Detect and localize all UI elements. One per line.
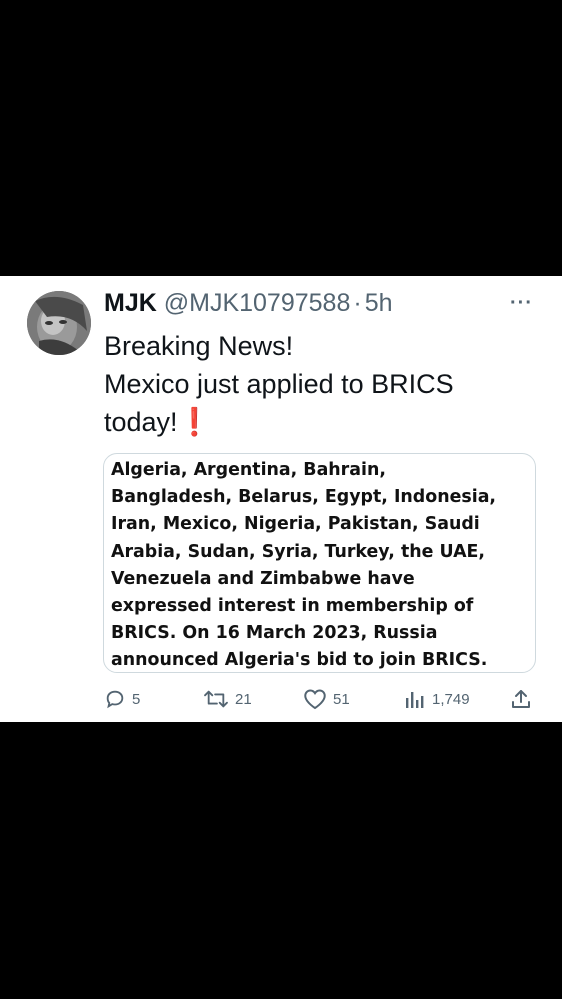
tweet-text: Breaking News! Mexico just applied to BR… [104, 327, 544, 441]
tweet-text-line: Breaking News! [104, 331, 294, 361]
author-handle[interactable]: @MJK10797588 [164, 289, 351, 317]
retweet-button[interactable]: 21 [203, 688, 252, 710]
tweet-text-line: today!❗ [104, 403, 544, 441]
tweet-timestamp[interactable]: 5h [365, 289, 393, 317]
media-text-line: Venezuela and Zimbabwe have [111, 568, 415, 589]
exclamation-emoji: ❗ [177, 407, 212, 437]
reply-icon [106, 690, 124, 709]
avatar[interactable] [27, 291, 91, 355]
share-icon [512, 690, 530, 708]
media-text: Algeria, Argentina, Bahrain, Bangladesh,… [111, 457, 531, 672]
like-button[interactable]: 51 [303, 688, 350, 710]
media-text-line: Algeria, Argentina, Bahrain, [111, 460, 386, 480]
media-text-line: Bangladesh, Belarus, Egypt, Indonesia, [111, 487, 497, 508]
like-count: 51 [333, 690, 350, 708]
tweet-text-line-text: today! [104, 407, 178, 437]
media-text-line: Iran, Mexico, Nigeria, Pakistan, Saudi [111, 514, 480, 535]
more-icon[interactable]: ··· [510, 292, 533, 315]
view-count: 1,749 [432, 690, 470, 708]
media-text-line: expressed interest in membership of [111, 596, 474, 617]
reply-count: 5 [132, 690, 141, 708]
tweet-actions: 5 21 51 1,749 [104, 688, 534, 714]
media-text-line: announced Algeria's bid to join BRICS. [111, 650, 488, 671]
author-name[interactable]: MJK [104, 289, 157, 317]
share-button[interactable] [510, 688, 532, 710]
tweet-text-line: Mexico just applied to BRICS [104, 369, 454, 399]
retweet-icon [204, 690, 228, 708]
retweet-count: 21 [235, 690, 252, 708]
heart-icon [304, 689, 326, 710]
views-button[interactable]: 1,749 [404, 688, 470, 710]
tweet-card[interactable]: MJK @MJK10797588 · 5h ··· Breaking News! M… [0, 276, 562, 722]
tweet-header: MJK @MJK10797588 · 5h [104, 288, 393, 318]
media-text-line: Arabia, Sudan, Syria, Turkey, the UAE, [111, 541, 486, 562]
media-text-line: BRICS. On 16 March 2023, Russia [111, 623, 438, 644]
views-icon [406, 692, 424, 708]
reply-button[interactable]: 5 [104, 688, 140, 710]
tweet-media-image[interactable]: Algeria, Argentina, Bahrain, Bangladesh,… [103, 453, 536, 673]
separator-dot: · [353, 289, 362, 317]
